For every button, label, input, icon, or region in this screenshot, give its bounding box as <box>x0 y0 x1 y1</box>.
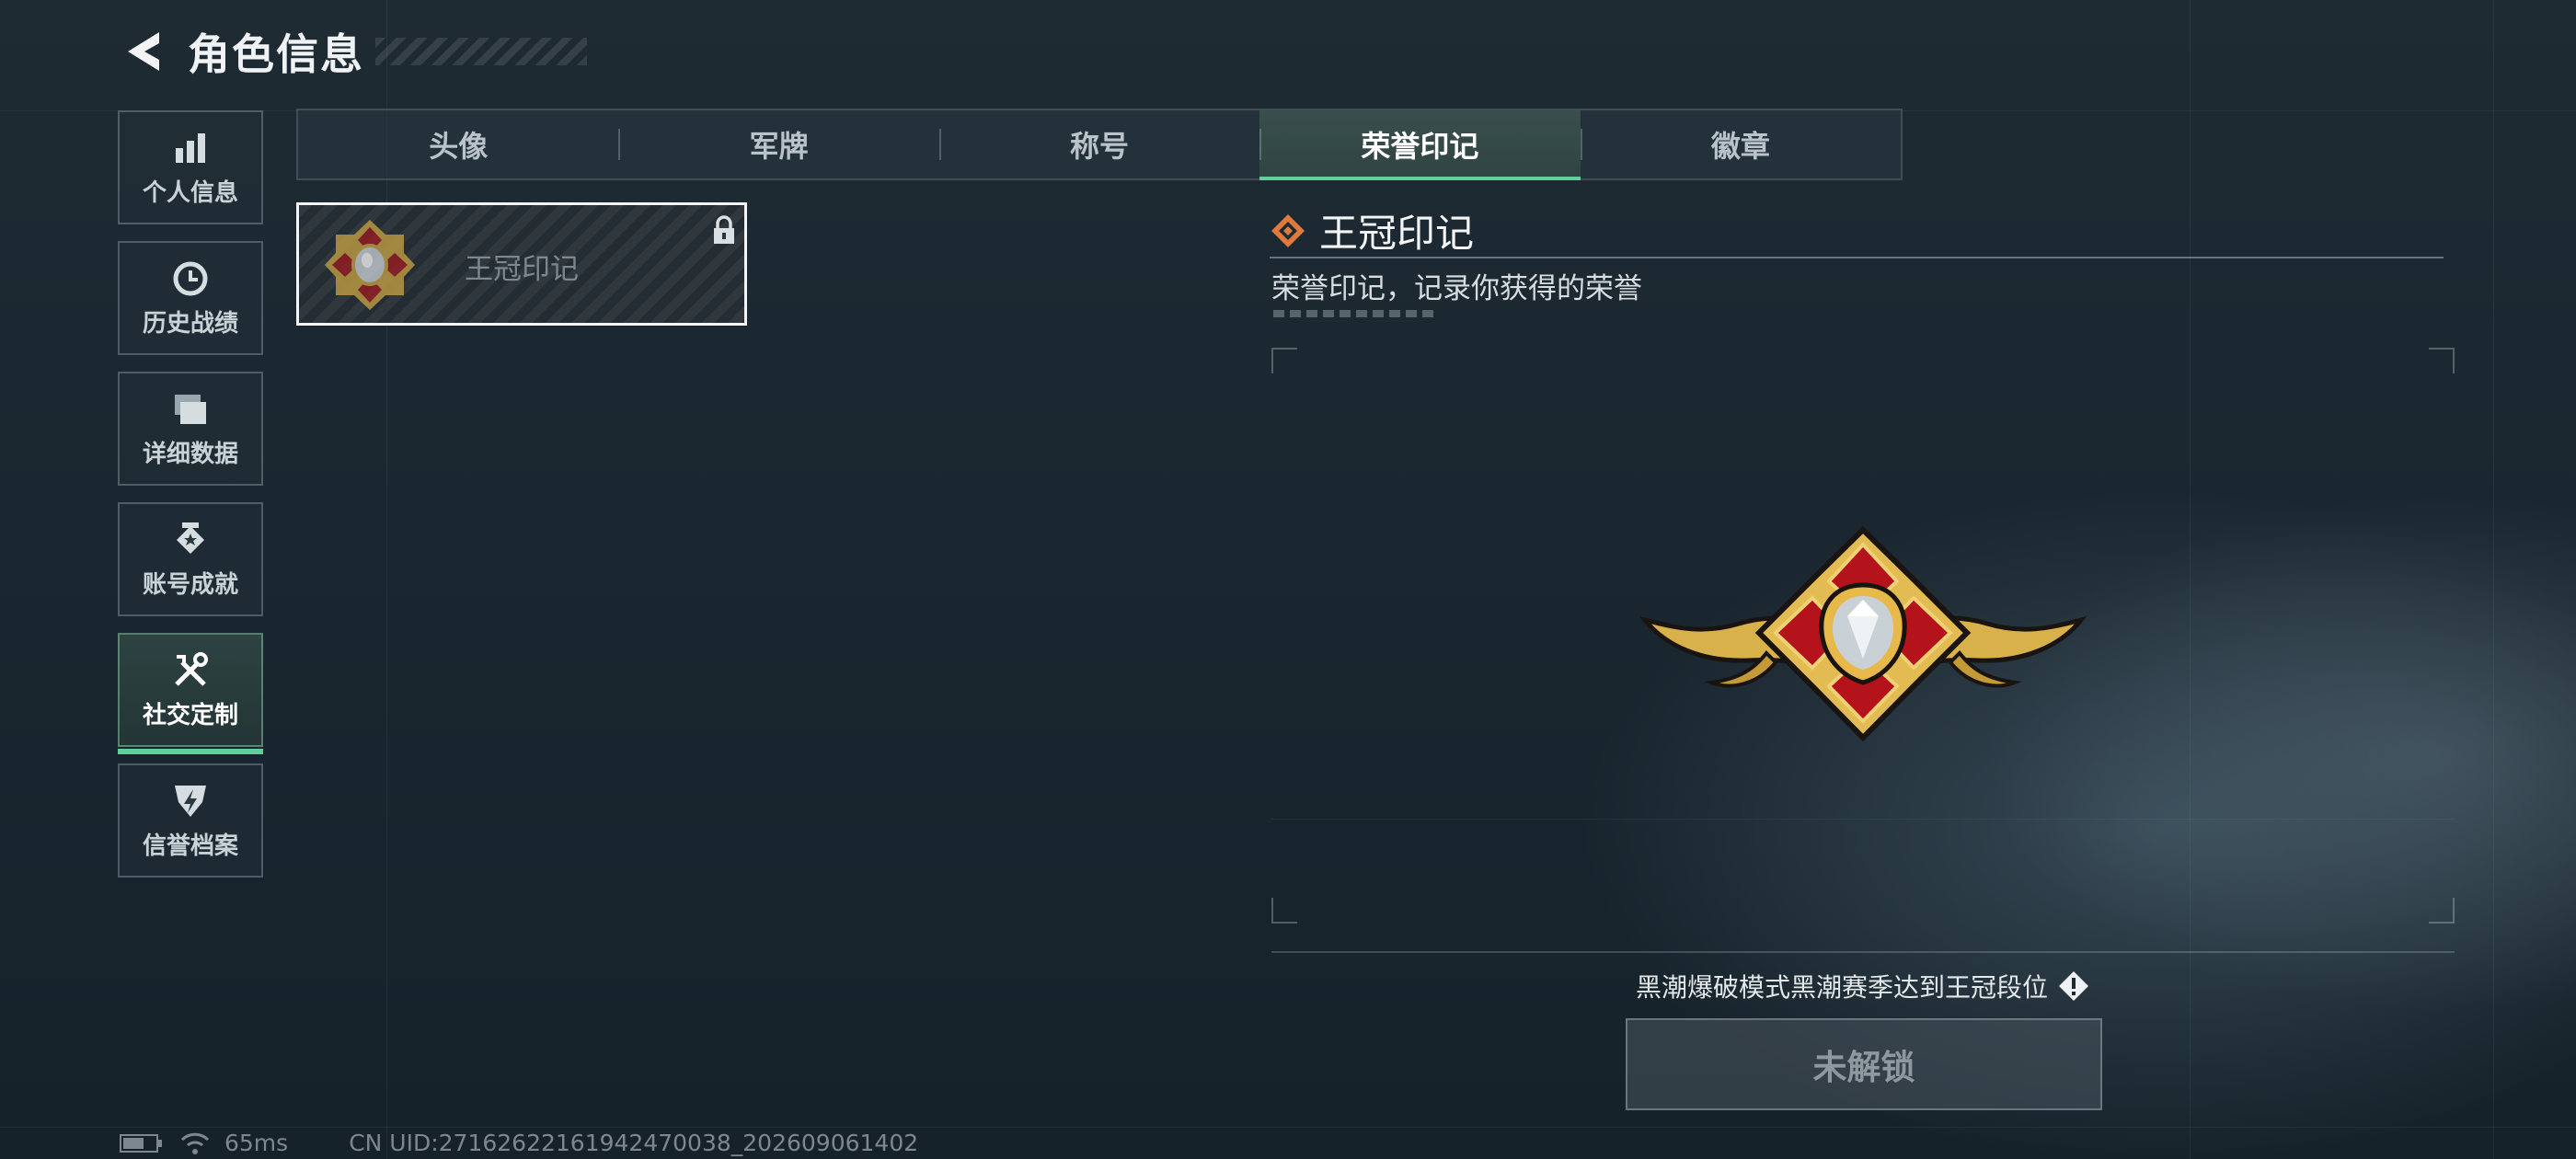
unlock-condition: 黑潮爆破模式黑潮赛季达到王冠段位 <box>1288 968 2438 1004</box>
title-decoration <box>375 38 587 65</box>
tab-avatar[interactable]: 头像 <box>298 110 618 178</box>
tab-bar: 头像 军牌 称号 荣誉印记 徽章 <box>296 109 1903 180</box>
diamond-icon <box>1271 213 1305 247</box>
sidebar-item-personal-info[interactable]: 个人信息 <box>118 110 263 224</box>
battery-icon <box>120 1133 162 1153</box>
tab-badge[interactable]: 徽章 <box>1580 110 1901 178</box>
sidebar-item-credit[interactable]: 信誉档案 <box>118 763 263 878</box>
status-bar: 65ms CN UID:27162622161942470038_2026090… <box>120 1130 918 1156</box>
ping-value: 65ms <box>224 1130 289 1156</box>
sidebar-item-label: 社交定制 <box>142 701 238 729</box>
crown-emblem-icon <box>325 220 415 310</box>
back-button[interactable] <box>118 27 167 76</box>
detail-description: 荣誉印记，记录你获得的荣誉 <box>1271 272 1642 305</box>
shield-icon <box>170 781 211 821</box>
crown-emblem-preview <box>1639 525 2087 742</box>
page-header: 角色信息 <box>118 22 587 81</box>
sidebar-item-social-custom[interactable]: 社交定制 <box>118 633 263 754</box>
tab-honor-mark[interactable]: 荣誉印记 <box>1259 110 1581 180</box>
tab-dog-tag[interactable]: 军牌 <box>618 110 938 178</box>
tools-icon <box>170 650 211 691</box>
sidebar-item-label: 个人信息 <box>142 178 238 207</box>
honor-mark-item[interactable]: 王冠印记 <box>296 202 747 326</box>
sidebar-item-details[interactable]: 详细数据 <box>118 372 263 486</box>
sidebar-item-label: 账号成就 <box>142 570 238 599</box>
uid-text: CN UID:27162622161942470038_202609061402 <box>349 1130 919 1156</box>
page-title: 角色信息 <box>188 29 364 79</box>
sidebar-item-label: 历史战绩 <box>142 309 238 338</box>
bar-chart-icon <box>170 128 211 168</box>
detail-decoration <box>1273 310 1434 317</box>
lock-icon <box>714 215 734 244</box>
wifi-icon <box>180 1132 210 1154</box>
info-icon[interactable] <box>2057 970 2090 1003</box>
achievement-icon <box>170 520 211 560</box>
sidebar-item-history[interactable]: 历史战绩 <box>118 241 263 355</box>
sidebar: 个人信息 历史战绩 详细数据 账号成就 社交定制 信誉档案 <box>118 110 265 894</box>
back-arrow-icon <box>128 32 159 71</box>
tab-title[interactable]: 称号 <box>938 110 1259 178</box>
history-icon <box>170 258 211 299</box>
detail-header: 王冠印记 <box>1270 202 1474 258</box>
unlock-condition-text: 黑潮爆破模式黑潮赛季达到王冠段位 <box>1635 972 2048 1003</box>
unlock-button[interactable]: 未解锁 <box>1626 1018 2102 1110</box>
preview-divider <box>1271 951 2455 953</box>
sidebar-item-label: 详细数据 <box>142 440 238 468</box>
detail-divider <box>1270 257 2444 258</box>
folder-icon <box>170 389 211 430</box>
sidebar-item-achievements[interactable]: 账号成就 <box>118 502 263 616</box>
item-name: 王冠印记 <box>465 253 579 286</box>
detail-title: 王冠印记 <box>1319 211 1475 256</box>
sidebar-item-label: 信誉档案 <box>142 832 238 860</box>
